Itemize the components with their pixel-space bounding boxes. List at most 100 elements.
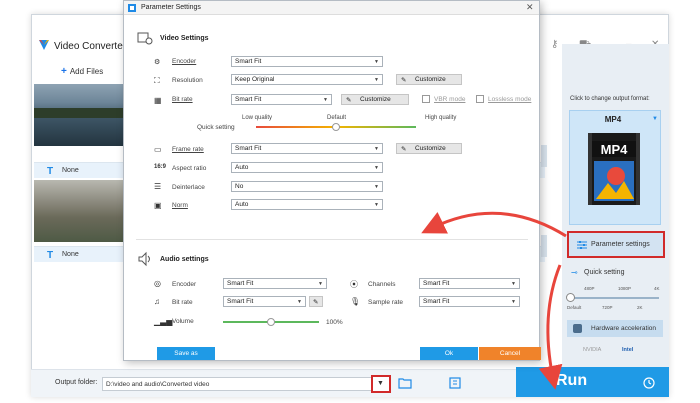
add-files-label: Add Files — [69, 67, 104, 76]
select-value: Smart Fit — [227, 280, 254, 287]
film-icon: ▭ — [154, 145, 162, 154]
caret-down-icon: ▼ — [318, 281, 323, 287]
output-folder-field[interactable]: D:\video and audio\Converted video — [102, 377, 383, 391]
norm-label[interactable]: Norm — [172, 202, 188, 209]
bitrate-icon: ▦ — [154, 96, 162, 105]
select-value: Smart Fit — [423, 280, 450, 287]
open-folder-icon[interactable] — [398, 377, 412, 389]
cancel-button[interactable]: Cancel — [479, 347, 541, 360]
framerate-customize-button[interactable]: ✎ Customize — [396, 143, 462, 154]
channels-label: Channels — [368, 281, 396, 288]
bitrate-label[interactable]: Bit rate — [172, 96, 193, 103]
nvidia-option[interactable]: NVIDIA — [583, 347, 601, 353]
audio-settings-icon — [138, 251, 150, 267]
encoder-label[interactable]: Encoder — [172, 58, 196, 65]
mp4-format-icon: MP4 — [588, 133, 640, 205]
quick-tick: 480P — [584, 286, 595, 291]
quick-tick: 720P — [602, 305, 613, 310]
output-format-selector[interactable]: MP4 ▼ MP4 — [569, 110, 661, 225]
resolution-customize-button[interactable]: ✎ Customize — [396, 74, 462, 85]
vbr-mode-checkbox[interactable] — [422, 95, 430, 103]
aspect-ratio-select[interactable]: Auto ▼ — [231, 162, 383, 173]
scrollbar[interactable] — [541, 235, 547, 257]
ok-button[interactable]: Ok — [420, 347, 478, 360]
key-icon[interactable]: ⚷ — [551, 39, 558, 50]
select-value: Smart Fit — [227, 298, 254, 305]
subtitle-icon[interactable]: T — [47, 166, 56, 177]
microphone-icon: 🎙 — [350, 297, 361, 306]
volume-icon: ▁▃▅ — [154, 317, 173, 326]
quality-slider-knob[interactable] — [332, 123, 340, 131]
audio-encoder-select[interactable]: Smart Fit ▼ — [223, 278, 327, 289]
caret-down-icon: ▼ — [374, 59, 379, 65]
parameter-settings-button[interactable]: Parameter settings — [567, 231, 665, 258]
samplerate-select[interactable]: Smart Fit ▼ — [419, 296, 520, 307]
caret-down-icon: ▼ — [374, 77, 379, 83]
lossless-mode-label[interactable]: Lossless mode — [488, 96, 531, 103]
file-export-icon[interactable] — [449, 377, 461, 389]
quick-setting-slider[interactable] — [571, 297, 659, 299]
deinterlace-select[interactable]: No ▼ — [231, 181, 383, 192]
sliders-icon — [577, 241, 587, 249]
caret-down-icon: ▼ — [374, 165, 379, 171]
lossless-mode-checkbox[interactable] — [476, 95, 484, 103]
framerate-select[interactable]: Smart Fit ▼ — [231, 143, 383, 154]
format-badge: MP4 — [601, 142, 629, 157]
hardware-acceleration-button[interactable]: Hardware acceleration — [567, 320, 663, 337]
gear-icon: ⚙ — [154, 59, 161, 66]
video-thumbnail[interactable] — [34, 84, 127, 146]
resolution-select[interactable]: Keep Original ▼ — [231, 74, 383, 85]
pencil-icon: ✎ — [401, 146, 407, 153]
audio-bitrate-select[interactable]: Smart Fit ▼ — [223, 296, 306, 307]
select-value: Auto — [235, 164, 249, 171]
bitrate-select[interactable]: Smart Fit ▼ — [231, 94, 332, 105]
subtitle-icon[interactable]: T — [47, 250, 56, 261]
intel-option[interactable]: Intel — [622, 347, 633, 353]
subtitle-value[interactable]: None — [62, 251, 79, 258]
output-folder-label: Output folder: — [55, 379, 98, 386]
bitrate-customize-button[interactable]: ✎ Customize — [341, 94, 409, 105]
add-files-button[interactable]: + Add Files — [61, 66, 103, 77]
intel-label: Intel — [622, 347, 634, 353]
section-divider — [136, 239, 528, 240]
audio-settings-title: Audio settings — [160, 256, 209, 263]
button-label: Customize — [415, 145, 446, 152]
close-icon[interactable]: ✕ — [526, 2, 534, 13]
video-thumbnail[interactable] — [34, 180, 127, 242]
select-value: Smart Fit — [235, 96, 262, 103]
subtitle-value[interactable]: None — [62, 167, 79, 174]
high-quality-label: High quality — [425, 115, 457, 121]
deinterlace-label: Deinterlace — [172, 184, 205, 191]
save-as-button[interactable]: Save as — [157, 347, 215, 360]
volume-value: 100% — [326, 319, 343, 326]
alarm-button[interactable] — [629, 367, 669, 397]
framerate-label[interactable]: Frame rate — [172, 146, 204, 153]
run-button[interactable]: Run — [516, 367, 629, 397]
app-logo-icon — [128, 4, 136, 12]
video-settings-icon — [137, 32, 153, 45]
select-value: Smart Fit — [423, 298, 450, 305]
audio-bitrate-customize-button[interactable]: ✎ — [309, 296, 323, 307]
scrollbar[interactable] — [541, 145, 547, 167]
encoder-select[interactable]: Smart Fit ▼ — [231, 56, 383, 67]
select-value: Smart Fit — [235, 58, 262, 65]
audio-encoder-label: Encoder — [172, 281, 197, 288]
pencil-icon: ✎ — [346, 97, 352, 104]
output-folder-dropdown[interactable]: ▼ — [371, 375, 391, 393]
hardware-acceleration-label: Hardware acceleration — [591, 325, 657, 332]
resize-icon: ⛶ — [154, 76, 160, 85]
caret-down-icon: ▼ — [374, 184, 379, 190]
quick-setting-knob[interactable] — [566, 293, 575, 302]
vbr-mode-label[interactable]: VBR mode — [434, 96, 465, 103]
dialog-title: Parameter Settings — [141, 4, 201, 11]
low-quality-label: Low quality — [242, 115, 273, 121]
caret-down-icon: ▼ — [377, 380, 384, 387]
app-title: Video Converter — [54, 41, 127, 52]
channels-select[interactable]: Smart Fit ▼ — [419, 278, 520, 289]
alarm-clock-icon — [643, 377, 655, 389]
norm-select[interactable]: Auto ▼ — [231, 199, 383, 210]
format-prompt: Click to change output format: — [570, 96, 650, 102]
volume-slider-knob[interactable] — [267, 318, 275, 326]
bitrate-icon: ♫ — [154, 297, 160, 306]
run-label: Run — [556, 372, 588, 389]
